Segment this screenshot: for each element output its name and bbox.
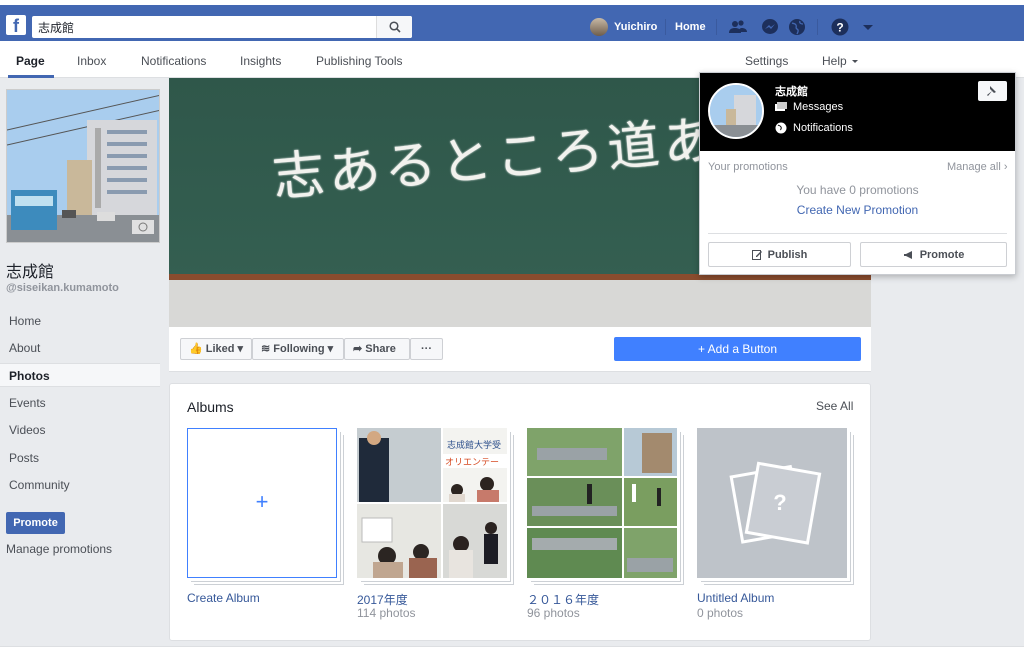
tab-help[interactable]: Help — [822, 54, 859, 68]
create-album-thumb[interactable]: + — [187, 428, 337, 578]
sidebar-item-about[interactable]: About — [0, 336, 160, 360]
albums-title: Albums — [187, 399, 234, 415]
share-button[interactable]: ➦ Share — [344, 338, 410, 360]
album-cover-image — [527, 428, 677, 578]
home-link[interactable]: Home — [675, 17, 706, 37]
search-icon — [389, 21, 401, 33]
sidebar-item-events[interactable]: Events — [0, 391, 160, 415]
album-name[interactable]: Untitled Album — [697, 591, 774, 605]
search-box[interactable]: 志成館 — [32, 16, 412, 38]
tab-inbox[interactable]: Inbox — [77, 54, 106, 68]
plus-icon: + — [697, 342, 705, 356]
your-promotions-label: Your promotions — [708, 161, 788, 173]
sidebar-item-photos[interactable]: Photos — [0, 363, 160, 387]
svg-text:志成館大学受: 志成館大学受 — [447, 439, 501, 451]
tab-publishing-tools[interactable]: Publishing Tools — [316, 54, 403, 68]
album-photo-count: 0 photos — [697, 606, 744, 620]
empty-album-icon: ? — [729, 461, 822, 545]
search-button[interactable] — [376, 16, 412, 38]
globe-icon[interactable] — [787, 17, 807, 37]
divider — [817, 19, 818, 35]
publish-button[interactable]: Publish — [708, 242, 851, 267]
popover-page-name[interactable]: 志成館 — [775, 83, 808, 99]
album-photo-count: 96 photos — [527, 606, 580, 620]
publish-label: Publish — [767, 248, 808, 261]
page-avatar — [708, 83, 764, 139]
active-tab-indicator — [8, 75, 54, 78]
album-photo-count: 114 photos — [357, 606, 416, 620]
add-button-label: Add a Button — [707, 342, 778, 356]
sidebar-item-home[interactable]: Home — [0, 309, 160, 333]
share-label: Share — [365, 343, 396, 355]
pin-button[interactable] — [978, 81, 1007, 101]
globe-icon — [775, 122, 787, 134]
help-icon[interactable]: ? — [830, 17, 850, 37]
tab-insights[interactable]: Insights — [240, 54, 281, 68]
see-all-link[interactable]: See All — [816, 399, 853, 413]
create-album-label[interactable]: Create Album — [187, 591, 260, 605]
liked-button[interactable]: 👍 Liked ▾ — [180, 338, 252, 360]
album-thumb[interactable]: 志成館大学受 オリエンテー — [357, 428, 507, 578]
facebook-logo-icon[interactable]: f — [6, 15, 26, 35]
more-options-button[interactable]: ··· — [410, 338, 443, 360]
tab-page[interactable]: Page — [16, 54, 45, 68]
page-actions-bar: 👍 Liked ▾ ≋ Following ▾ ➦ Share ··· + Ad… — [169, 327, 871, 372]
promote-button[interactable]: Promote — [6, 512, 65, 534]
megaphone-icon — [903, 250, 912, 259]
album-cover-image: 志成館大学受 オリエンテー — [357, 428, 507, 578]
sidebar-item-posts[interactable]: Posts — [0, 446, 160, 470]
chevron-down-icon[interactable] — [858, 17, 878, 37]
following-label: Following — [273, 343, 325, 355]
messages-icon — [775, 102, 787, 111]
profile-picture[interactable] — [6, 89, 160, 243]
following-button[interactable]: ≋ Following ▾ — [252, 338, 344, 360]
messages-link[interactable]: Messages — [775, 101, 843, 113]
album-thumb[interactable] — [527, 428, 677, 578]
add-a-button-button[interactable]: + Add a Button — [614, 337, 861, 361]
search-input[interactable]: 志成館 — [38, 19, 368, 35]
popover-promote-button[interactable]: Promote — [860, 242, 1007, 267]
liked-label: Liked — [205, 343, 235, 355]
pin-icon — [987, 86, 996, 96]
sidebar-item-videos[interactable]: Videos — [0, 418, 160, 442]
manage-all-link[interactable]: Manage all › — [947, 161, 1008, 173]
tab-notifications[interactable]: Notifications — [141, 54, 206, 68]
divider — [716, 19, 717, 35]
plus-icon: + — [255, 489, 269, 514]
page-handle[interactable]: @siseikan.kumamoto — [6, 282, 119, 294]
popover-header: 志成館 Messages Notifications — [700, 73, 1015, 151]
divider — [708, 233, 1007, 234]
page-name: 志成館 — [6, 262, 55, 281]
notifications-label: Notifications — [793, 122, 853, 134]
bottom-chat-bar — [0, 646, 1024, 658]
create-new-promotion-link[interactable]: Create New Promotion — [700, 203, 1015, 217]
notifications-link[interactable]: Notifications — [775, 122, 853, 134]
avatar — [590, 18, 608, 36]
messenger-icon[interactable] — [760, 17, 780, 37]
messages-label: Messages — [793, 101, 844, 113]
tab-settings[interactable]: Settings — [745, 54, 788, 68]
help-label: Help — [822, 54, 847, 68]
caret-down-icon — [851, 60, 858, 63]
album-thumb[interactable]: ? — [697, 428, 847, 578]
friend-requests-icon[interactable] — [728, 17, 748, 37]
albums-section: Albums See All + Create Album 志成館大学受 オリエ… — [169, 383, 871, 641]
blue-header: f 志成館 Yuichiro Home ? — [0, 5, 1024, 41]
svg-text:オリエンテー: オリエンテー — [445, 457, 499, 468]
popover-promote-label: Promote — [919, 248, 965, 261]
sidebar-item-community[interactable]: Community — [0, 473, 160, 497]
svg-text:?: ? — [773, 490, 786, 515]
manage-promotions-link[interactable]: Manage promotions — [6, 542, 112, 556]
svg-text:?: ? — [836, 21, 843, 35]
edit-icon — [751, 250, 762, 260]
page-popover: 志成館 Messages Notifications Your promotio… — [699, 72, 1016, 275]
profile-photo-image — [7, 90, 159, 242]
divider — [665, 19, 666, 35]
user-name: Yuichiro — [614, 21, 658, 33]
user-profile-link[interactable]: Yuichiro — [590, 17, 657, 37]
promotions-count-text: You have 0 promotions — [796, 183, 919, 197]
